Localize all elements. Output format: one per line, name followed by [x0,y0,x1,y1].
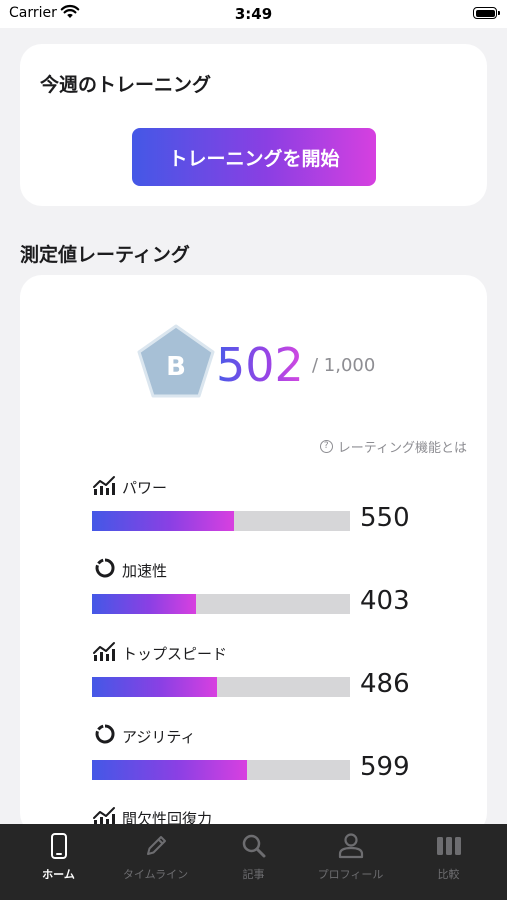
tab-home[interactable]: ホーム [8,824,109,900]
tab-label: ホーム [42,868,75,881]
phone-icon [8,832,109,860]
person-icon [300,832,401,860]
metric-value: 599 [360,752,410,782]
rating-help-label: レーティング機能とは [337,441,467,456]
metric-label: アジリティ [122,727,196,746]
tab-label: 比較 [437,868,460,881]
metric-bar-fill [92,511,234,531]
status-time: 3:49 [234,5,273,23]
metric-top-speed: トップスピード 486 [92,641,432,711]
tab-articles[interactable]: 記事 [203,824,304,900]
pencil-icon [105,832,206,860]
question-circle-icon: ? [319,440,333,453]
tab-label: プロフィール [317,868,384,881]
metric-bar-track [92,511,350,531]
metric-value: 486 [360,669,410,699]
rating-section-title: 測定値レーティング [20,244,190,266]
rating-score-max: / 1,000 [312,355,376,376]
metric-bar-track [92,760,350,780]
metric-acceleration: 加速性 403 [92,558,432,628]
rating-card: B 502 / 1,000 ? レーティング機能とは パワー 550 加速性 4… [20,275,487,835]
tab-bar: ホーム タイムライン 記事 プロフィール 比較 [0,824,507,900]
metric-bar-fill [92,677,218,697]
tab-profile[interactable]: プロフィール [300,824,401,900]
start-training-button[interactable]: トレーニングを開始 [132,128,376,186]
columns-icon [398,832,499,860]
grade-badge-icon: B [136,323,216,399]
status-bar: Carrier 3:49 [0,0,507,28]
metric-bar-track [92,677,350,697]
tab-timeline[interactable]: タイムライン [105,824,206,900]
metric-label: 加速性 [122,561,168,580]
training-card-title: 今週のトレーニング [40,74,212,96]
rating-help-link[interactable]: ? レーティング機能とは [319,437,467,456]
bar-chart-icon [92,641,118,665]
tab-compare[interactable]: 比較 [398,824,499,900]
metric-bar-fill [92,760,247,780]
tab-label: 記事 [242,868,265,881]
battery-icon [473,7,500,19]
training-card: 今週のトレーニング トレーニングを開始 [20,44,487,206]
metric-bar-fill [92,594,196,614]
grade-badge-letter: B [166,352,186,382]
search-icon [203,832,304,860]
tab-label: タイムライン [122,868,189,881]
metric-agility: アジリティ 599 [92,724,432,794]
metric-value: 550 [360,503,410,533]
metric-label: トップスピード [122,644,228,663]
metric-power: パワー 550 [92,475,432,545]
circle-arc-icon [92,723,118,749]
metric-value: 403 [360,586,410,616]
metric-label: パワー [122,478,168,497]
metric-bar-track [92,594,350,614]
bar-chart-icon [92,475,118,499]
circle-arc-icon [92,557,118,583]
rating-score: 502 [216,338,304,392]
